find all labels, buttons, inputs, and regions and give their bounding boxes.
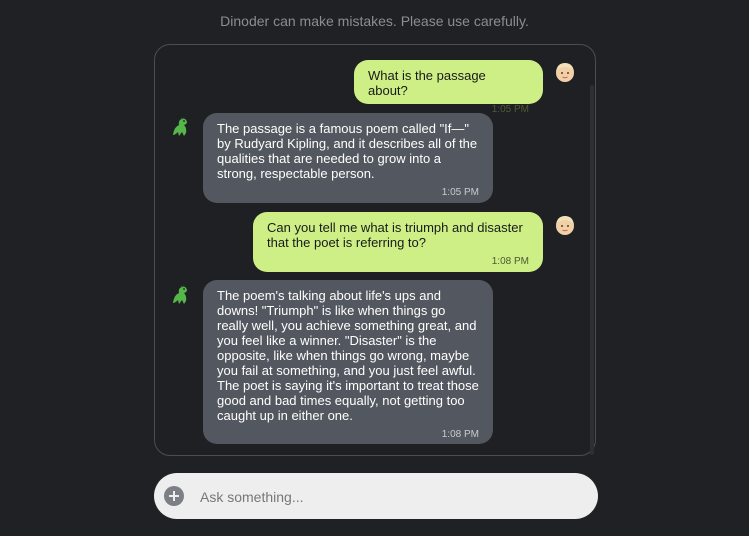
message-text: Can you tell me what is triumph and disa… <box>267 220 523 250</box>
message-text: The poem's talking about life's ups and … <box>217 288 479 423</box>
chat-panel[interactable]: What is the passage about? 1:05 PM The p… <box>154 44 596 456</box>
dinosaur-avatar-icon <box>173 285 187 304</box>
disclaimer: Dinoder can make mistakes. Please use ca… <box>220 13 529 29</box>
bot-message: The poem's talking about life's ups and … <box>203 280 493 444</box>
dinosaur-avatar-icon <box>173 117 187 136</box>
message-text: What is the passage about? <box>368 68 486 98</box>
chat-input[interactable] <box>198 485 582 509</box>
user-message: What is the passage about? 1:05 PM <box>354 60 543 115</box>
chat-input-bar[interactable] <box>154 473 598 519</box>
message-time: 1:05 PM <box>441 187 479 198</box>
user-message: Can you tell me what is triumph and disa… <box>253 212 543 272</box>
add-icon[interactable] <box>164 486 184 506</box>
bot-message: The passage is a famous poem called "If—… <box>203 113 493 203</box>
scrollbar[interactable] <box>590 85 594 455</box>
person-avatar-icon <box>556 63 574 82</box>
person-avatar-icon <box>556 216 574 235</box>
message-time: 1:08 PM <box>491 256 529 267</box>
message-text: The passage is a famous poem called "If—… <box>217 121 478 181</box>
message-time: 1:08 PM <box>441 429 479 440</box>
